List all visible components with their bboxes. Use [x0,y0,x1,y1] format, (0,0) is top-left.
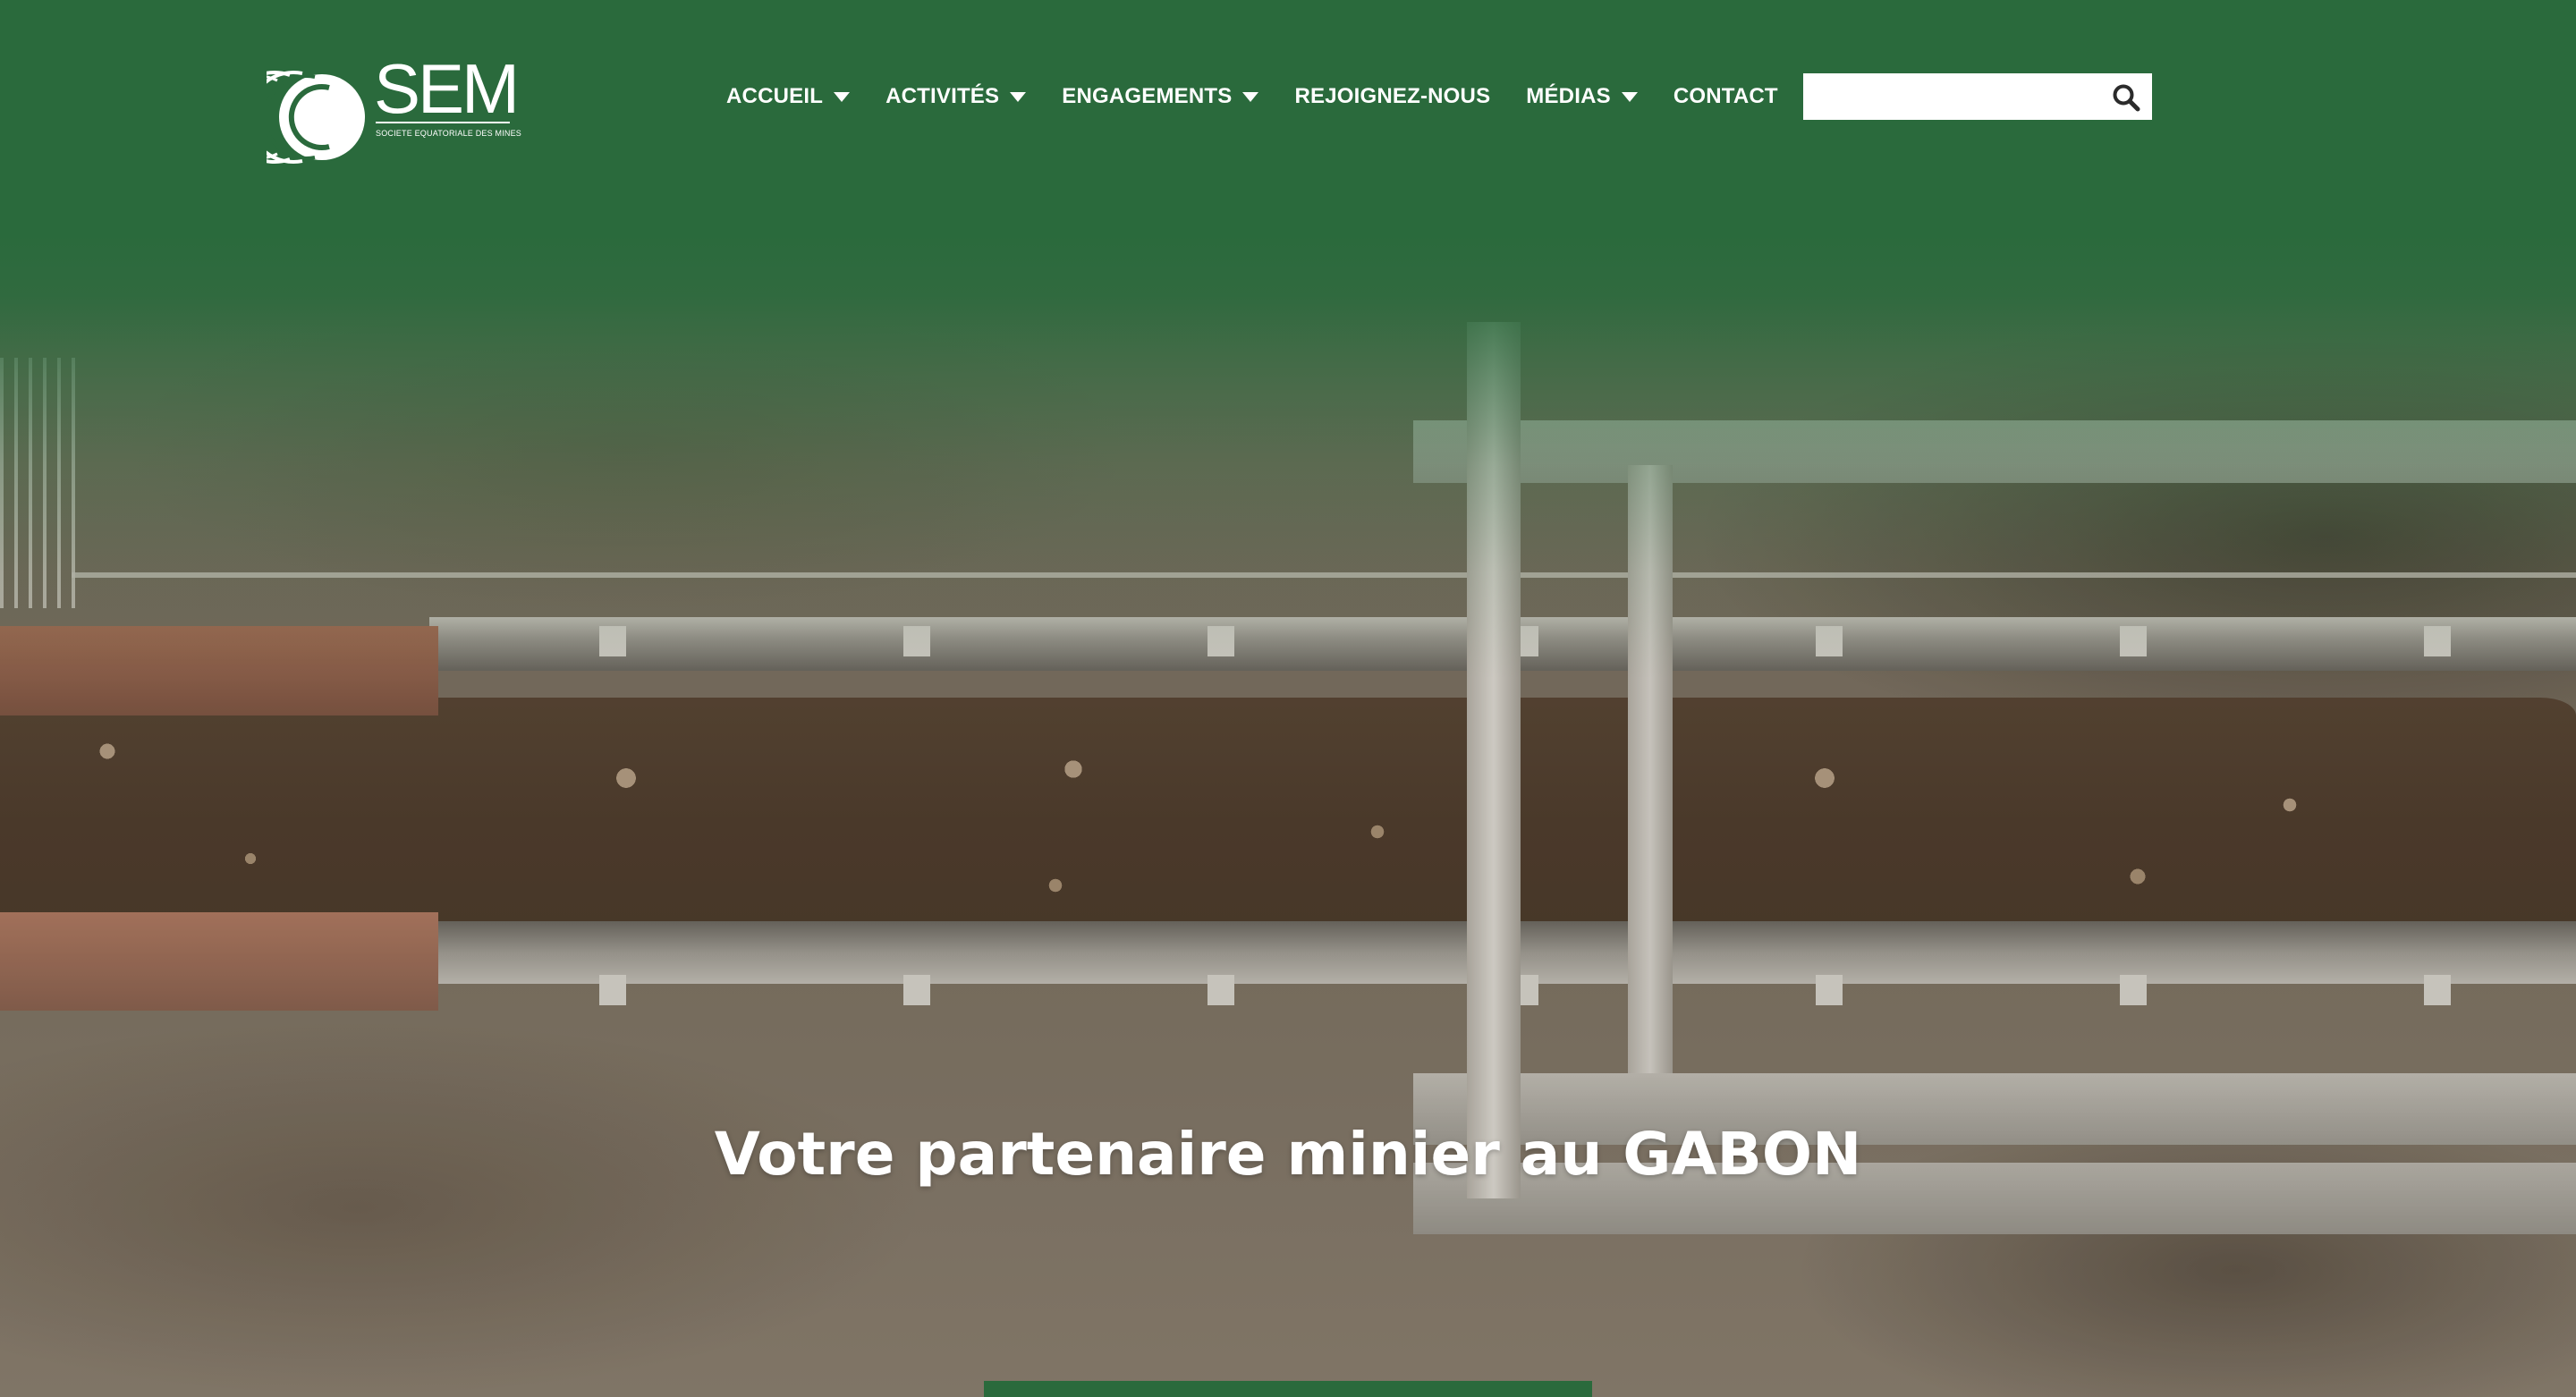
nav-item-label: REJOIGNEZ-NOUS [1294,84,1491,108]
caret-down-icon [1242,91,1259,102]
nav-item-label: ACTIVITÉS [886,84,1000,108]
logo-wordmark: SEM [374,49,520,128]
sem-logo-icon [267,71,365,164]
nav-item-activites[interactable]: ACTIVITÉS [886,84,1027,109]
caret-down-icon [834,91,851,102]
site-logo[interactable]: SEM SOCIETE EQUATORIALE DES MINES [267,54,521,170]
nav-item-rejoignez-nous[interactable]: REJOIGNEZ-NOUS [1294,84,1490,109]
main-nav: ACCUEIL ACTIVITÉS ENGAGEMENTS REJOIGNEZ-… [726,79,1778,114]
hero-title: Votre partenaire minier au GABON [714,1120,1862,1189]
caret-down-icon [1621,91,1638,102]
nav-item-medias[interactable]: MÉDIAS [1526,84,1638,109]
search-input[interactable] [1803,73,2118,120]
nav-item-label: ENGAGEMENTS [1062,84,1233,108]
nav-item-label: MÉDIAS [1526,84,1611,108]
caret-down-icon [1010,91,1027,102]
hero-section: Votre partenaire minier au GABON [0,0,2576,1397]
hero-cta-button[interactable] [984,1381,1592,1397]
logo-tagline: SOCIETE EQUATORIALE DES MINES [376,122,521,138]
nav-item-accueil[interactable]: ACCUEIL [726,84,851,109]
nav-item-engagements[interactable]: ENGAGEMENTS [1062,84,1259,109]
nav-item-label: ACCUEIL [726,84,824,108]
search-form [1803,73,2152,120]
nav-item-label: CONTACT [1673,84,1778,108]
nav-item-contact[interactable]: CONTACT [1674,84,1778,109]
search-icon[interactable] [2111,82,2141,113]
